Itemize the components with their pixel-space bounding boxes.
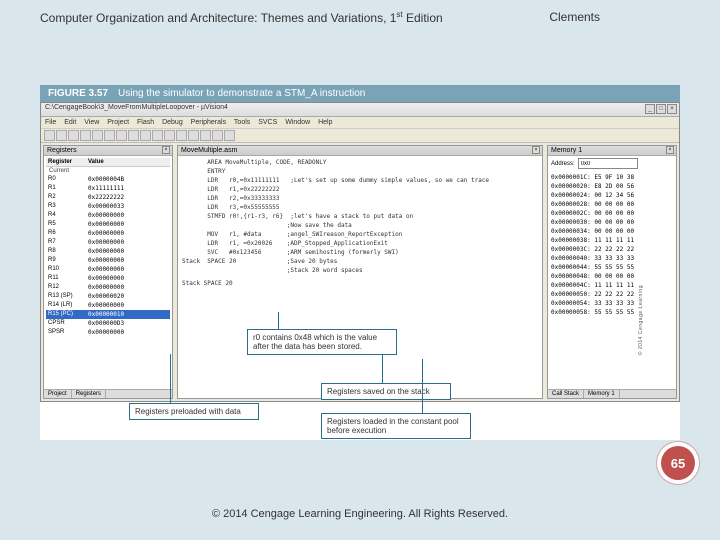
toolbar-icon[interactable] [104,130,115,141]
menu-project[interactable]: Project [107,119,129,126]
menu-edit[interactable]: Edit [64,119,76,126]
maximize-icon[interactable]: □ [656,104,666,114]
app-title: C:\CengageBook\3_MoveFromMultipleLoopove… [45,104,228,111]
reg-row[interactable]: R50x00000000 [46,220,170,229]
tab-project[interactable]: Project [44,390,72,398]
book-title-a: Computer Organization and Architecture: … [40,11,396,25]
menu-view[interactable]: View [84,119,99,126]
toolbar-icon[interactable] [224,130,235,141]
reg-row[interactable]: R90x00000000 [46,256,170,265]
reg-hdr-name: Register [48,159,88,165]
toolbar-icon[interactable] [188,130,199,141]
reg-hdr-value: Value [88,159,104,165]
figure-label: FIGURE 3.57 [48,88,108,99]
toolbar-icon[interactable] [80,130,91,141]
tab-callstack[interactable]: Call Stack [548,390,584,398]
memory-title-text: Memory 1 [551,147,582,154]
minimize-icon[interactable]: _ [645,104,655,114]
menu-window[interactable]: Window [285,119,310,126]
memory-panel: Memory 1 × Address: 0x0000001C: E5 9F 10 … [547,145,677,399]
page-number-badge: 65 [661,446,695,480]
app-titlebar: C:\CengageBook\3_MoveFromMultipleLoopove… [41,103,679,117]
reg-row[interactable]: R60x00000000 [46,229,170,238]
toolbar-icon[interactable] [200,130,211,141]
window-buttons: _ □ × [645,104,677,114]
toolbar-icon[interactable] [68,130,79,141]
reg-group: Current [46,167,170,175]
app-window: C:\CengageBook\3_MoveFromMultipleLoopove… [40,102,680,402]
content-area: FIGURE 3.57 Using the simulator to demon… [40,85,680,440]
addr-input[interactable] [578,158,638,169]
close-icon[interactable]: × [666,146,674,154]
slide-header: Computer Organization and Architecture: … [40,10,680,25]
reg-row[interactable]: SPSR0x00000000 [46,328,170,337]
reg-row[interactable]: R14 (LR)0x00000000 [46,301,170,310]
menu-debug[interactable]: Debug [162,119,183,126]
toolbar-icon[interactable] [44,130,55,141]
toolbar-icon[interactable] [176,130,187,141]
menu-flash[interactable]: Flash [137,119,154,126]
registers-title-text: Registers [47,147,77,154]
callout-r0: r0 contains 0x48 which is the value afte… [247,329,397,355]
figure-bar: FIGURE 3.57 Using the simulator to demon… [40,85,680,102]
menu-peripherals[interactable]: Peripherals [191,119,226,126]
close-icon[interactable]: × [532,146,540,154]
close-icon[interactable]: × [162,146,170,154]
tab-registers[interactable]: Registers [72,390,106,398]
code-title-text: MoveMultiple.asm [181,147,237,154]
reg-row[interactable]: R20x22222222 [46,193,170,202]
code-panel: MoveMultiple.asm × AREA MoveMultiple, COD… [177,145,543,399]
addr-label: Address: [551,161,575,167]
memory-tabs: Call Stack Memory 1 [548,389,676,398]
callout-stack: Registers saved on the stack [321,383,451,400]
reg-row[interactable]: R100x00000000 [46,265,170,274]
toolbar [41,129,679,143]
reg-row[interactable]: R40x00000000 [46,211,170,220]
memory-addr-row: Address: [548,156,676,171]
reg-row[interactable]: R30x00000033 [46,202,170,211]
book-title-b: Edition [403,11,443,25]
menu-tools[interactable]: Tools [234,119,250,126]
menu-file[interactable]: File [45,119,56,126]
reg-row[interactable]: R00x0000004B [46,175,170,184]
toolbar-icon[interactable] [116,130,127,141]
figure-caption: Using the simulator to demonstrate a STM… [118,88,365,99]
registers-panel: Registers × RegisterValue Current R00x000… [43,145,173,399]
callout-pool: Registers loaded in the constant pool be… [321,413,471,439]
reg-row[interactable]: CPSR0x000000D3 [46,319,170,328]
code-sub: Stack SPACE 20 [178,277,542,290]
menu-svcs[interactable]: SVCS [258,119,277,126]
callout-preload: Registers preloaded with data [129,403,259,420]
toolbar-icon[interactable] [140,130,151,141]
code-title: MoveMultiple.asm × [178,146,542,156]
reg-row[interactable]: R13 (SP)0x00000020 [46,292,170,301]
toolbar-icon[interactable] [128,130,139,141]
toolbar-icon[interactable] [152,130,163,141]
side-credit: © 2014 Cengage Learning [638,285,644,355]
registers-title: Registers × [44,146,172,156]
author-name: Clements [549,10,600,24]
menu-help[interactable]: Help [318,119,332,126]
tab-memory[interactable]: Memory 1 [584,390,620,398]
memory-title: Memory 1 × [548,146,676,156]
workarea: Registers × RegisterValue Current R00x000… [41,143,679,401]
toolbar-icon[interactable] [164,130,175,141]
reg-header: RegisterValue [46,158,170,167]
registers-tabs: Project Registers [44,389,172,398]
close-icon[interactable]: × [667,104,677,114]
reg-row[interactable]: R15 (PC)0x00000010 [46,310,170,319]
slide: Computer Organization and Architecture: … [0,0,720,540]
toolbar-icon[interactable] [212,130,223,141]
footer: © 2014 Cengage Learning Engineering. All… [0,508,720,520]
reg-row[interactable]: R10x11111111 [46,184,170,193]
reg-row[interactable]: R70x00000000 [46,238,170,247]
menubar: File Edit View Project Flash Debug Perip… [41,117,679,129]
reg-row[interactable]: R110x00000000 [46,274,170,283]
toolbar-icon[interactable] [56,130,67,141]
toolbar-icon[interactable] [92,130,103,141]
reg-row[interactable]: R120x00000000 [46,283,170,292]
reg-row[interactable]: R80x00000000 [46,247,170,256]
code-lines: AREA MoveMultiple, CODE, READONLY ENTRY … [178,156,542,277]
memory-rows: 0x0000001C: E5 9F 10 38 0x00000020: E8 2… [548,171,676,319]
